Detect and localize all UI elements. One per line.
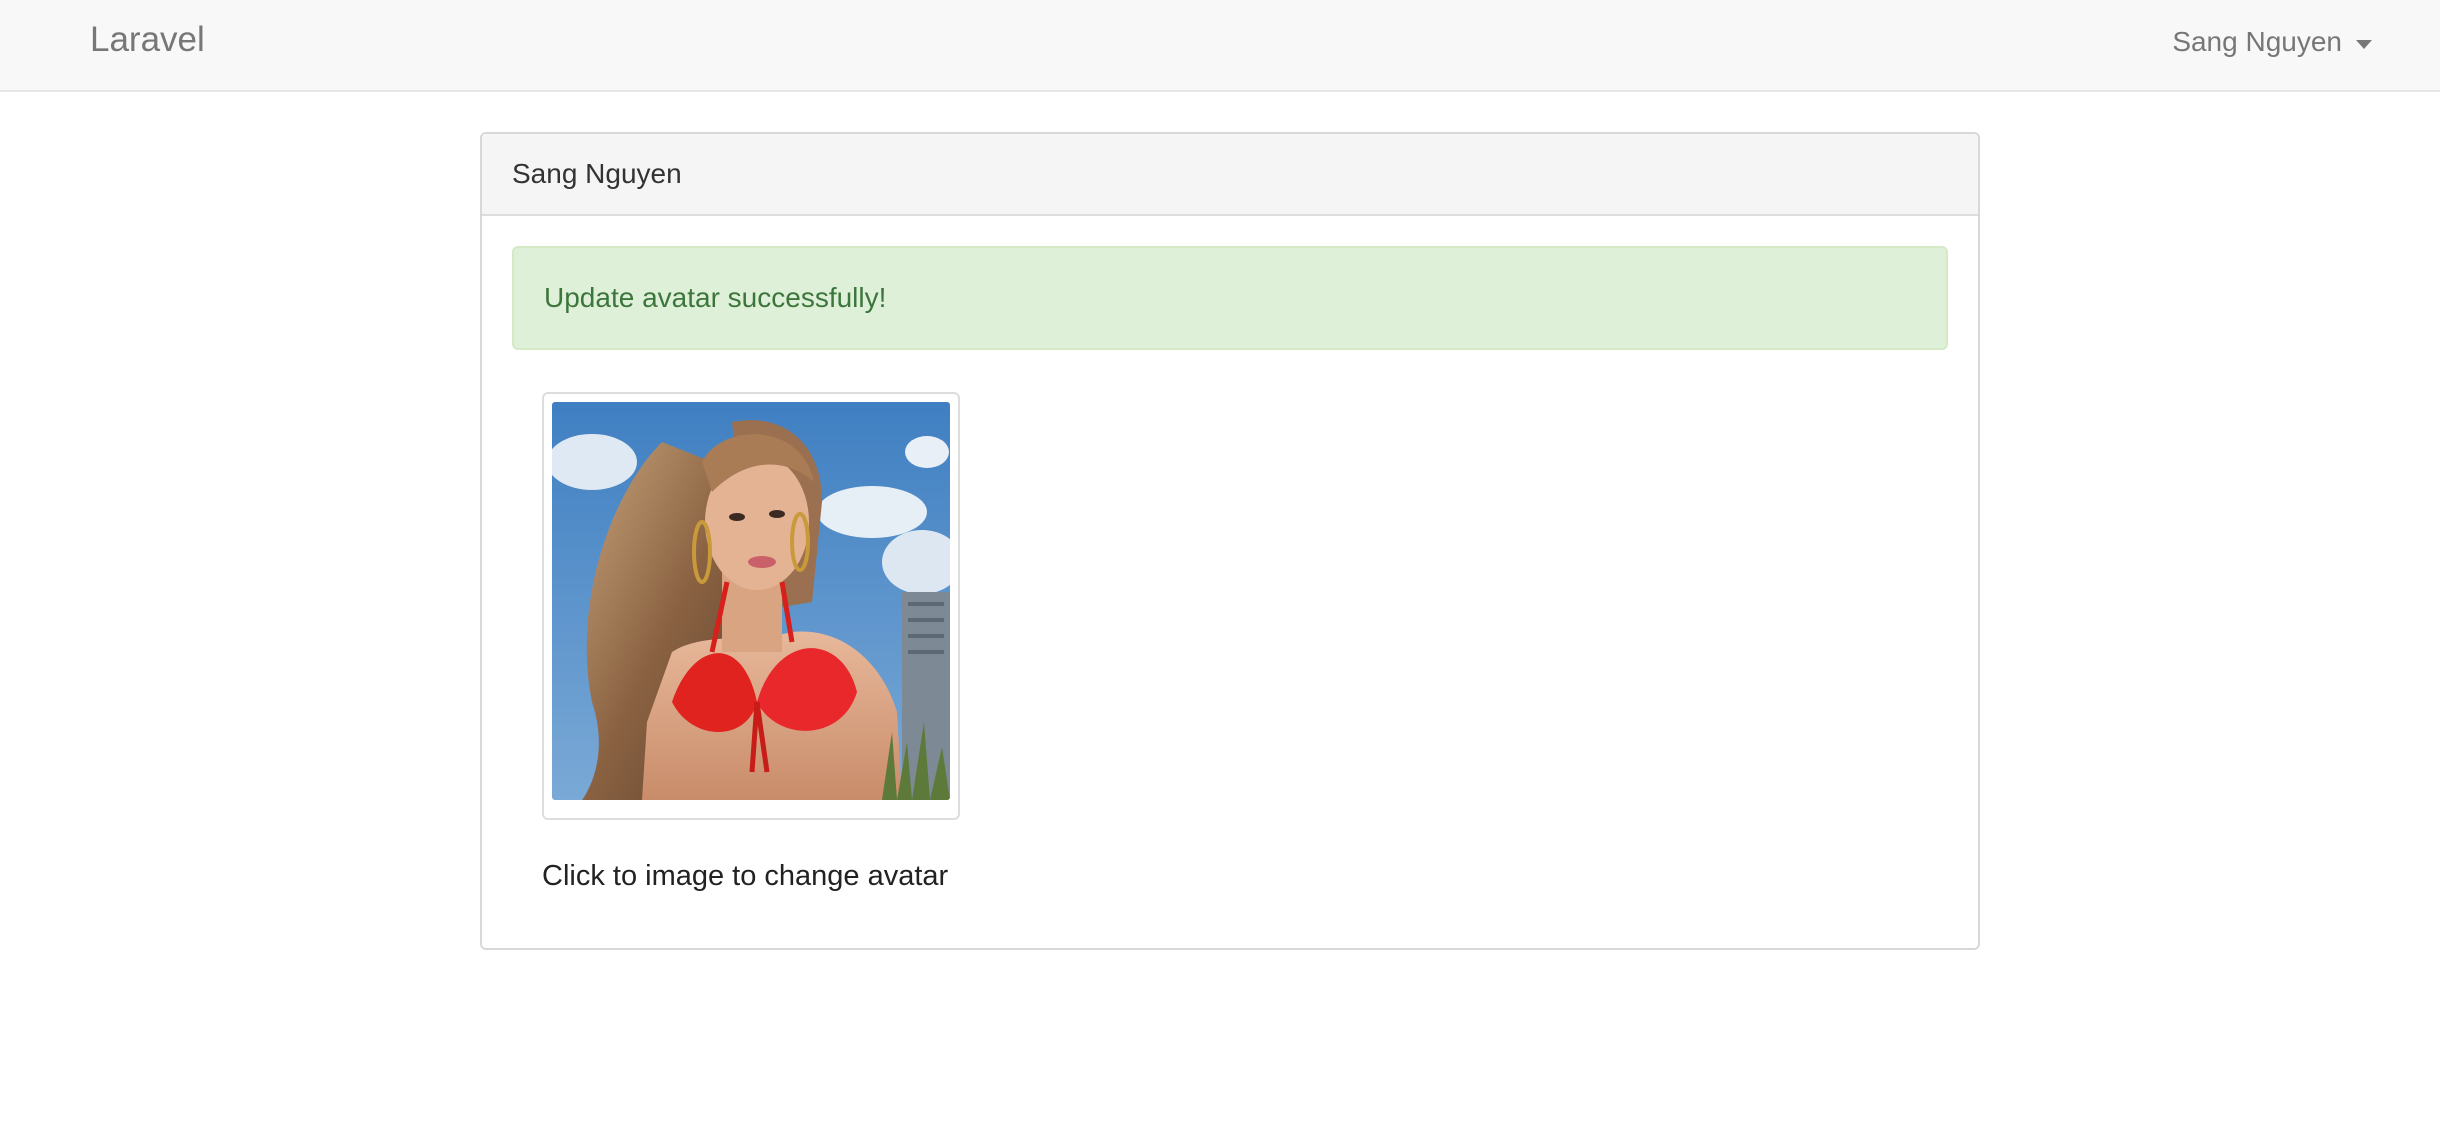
change-avatar-hint: Click to image to change avatar — [542, 860, 949, 892]
user-dropdown-toggle[interactable]: Sang Nguyen — [2172, 22, 2372, 62]
alert-message: Update avatar successfully! — [544, 282, 887, 313]
panel-title: Sang Nguyen — [512, 158, 682, 189]
success-alert: Update avatar successfully! — [512, 246, 1948, 350]
user-name-label: Sang Nguyen — [2172, 26, 2342, 57]
avatar-thumbnail[interactable] — [542, 392, 960, 820]
panel-heading: Sang Nguyen — [482, 134, 1978, 216]
profile-panel: Sang Nguyen Update avatar successfully! — [480, 132, 1980, 950]
top-navbar: Laravel Sang Nguyen — [0, 0, 2440, 92]
brand-link[interactable]: Laravel — [90, 20, 205, 60]
avatar-image[interactable] — [552, 402, 950, 800]
caret-down-icon — [2356, 39, 2372, 49]
